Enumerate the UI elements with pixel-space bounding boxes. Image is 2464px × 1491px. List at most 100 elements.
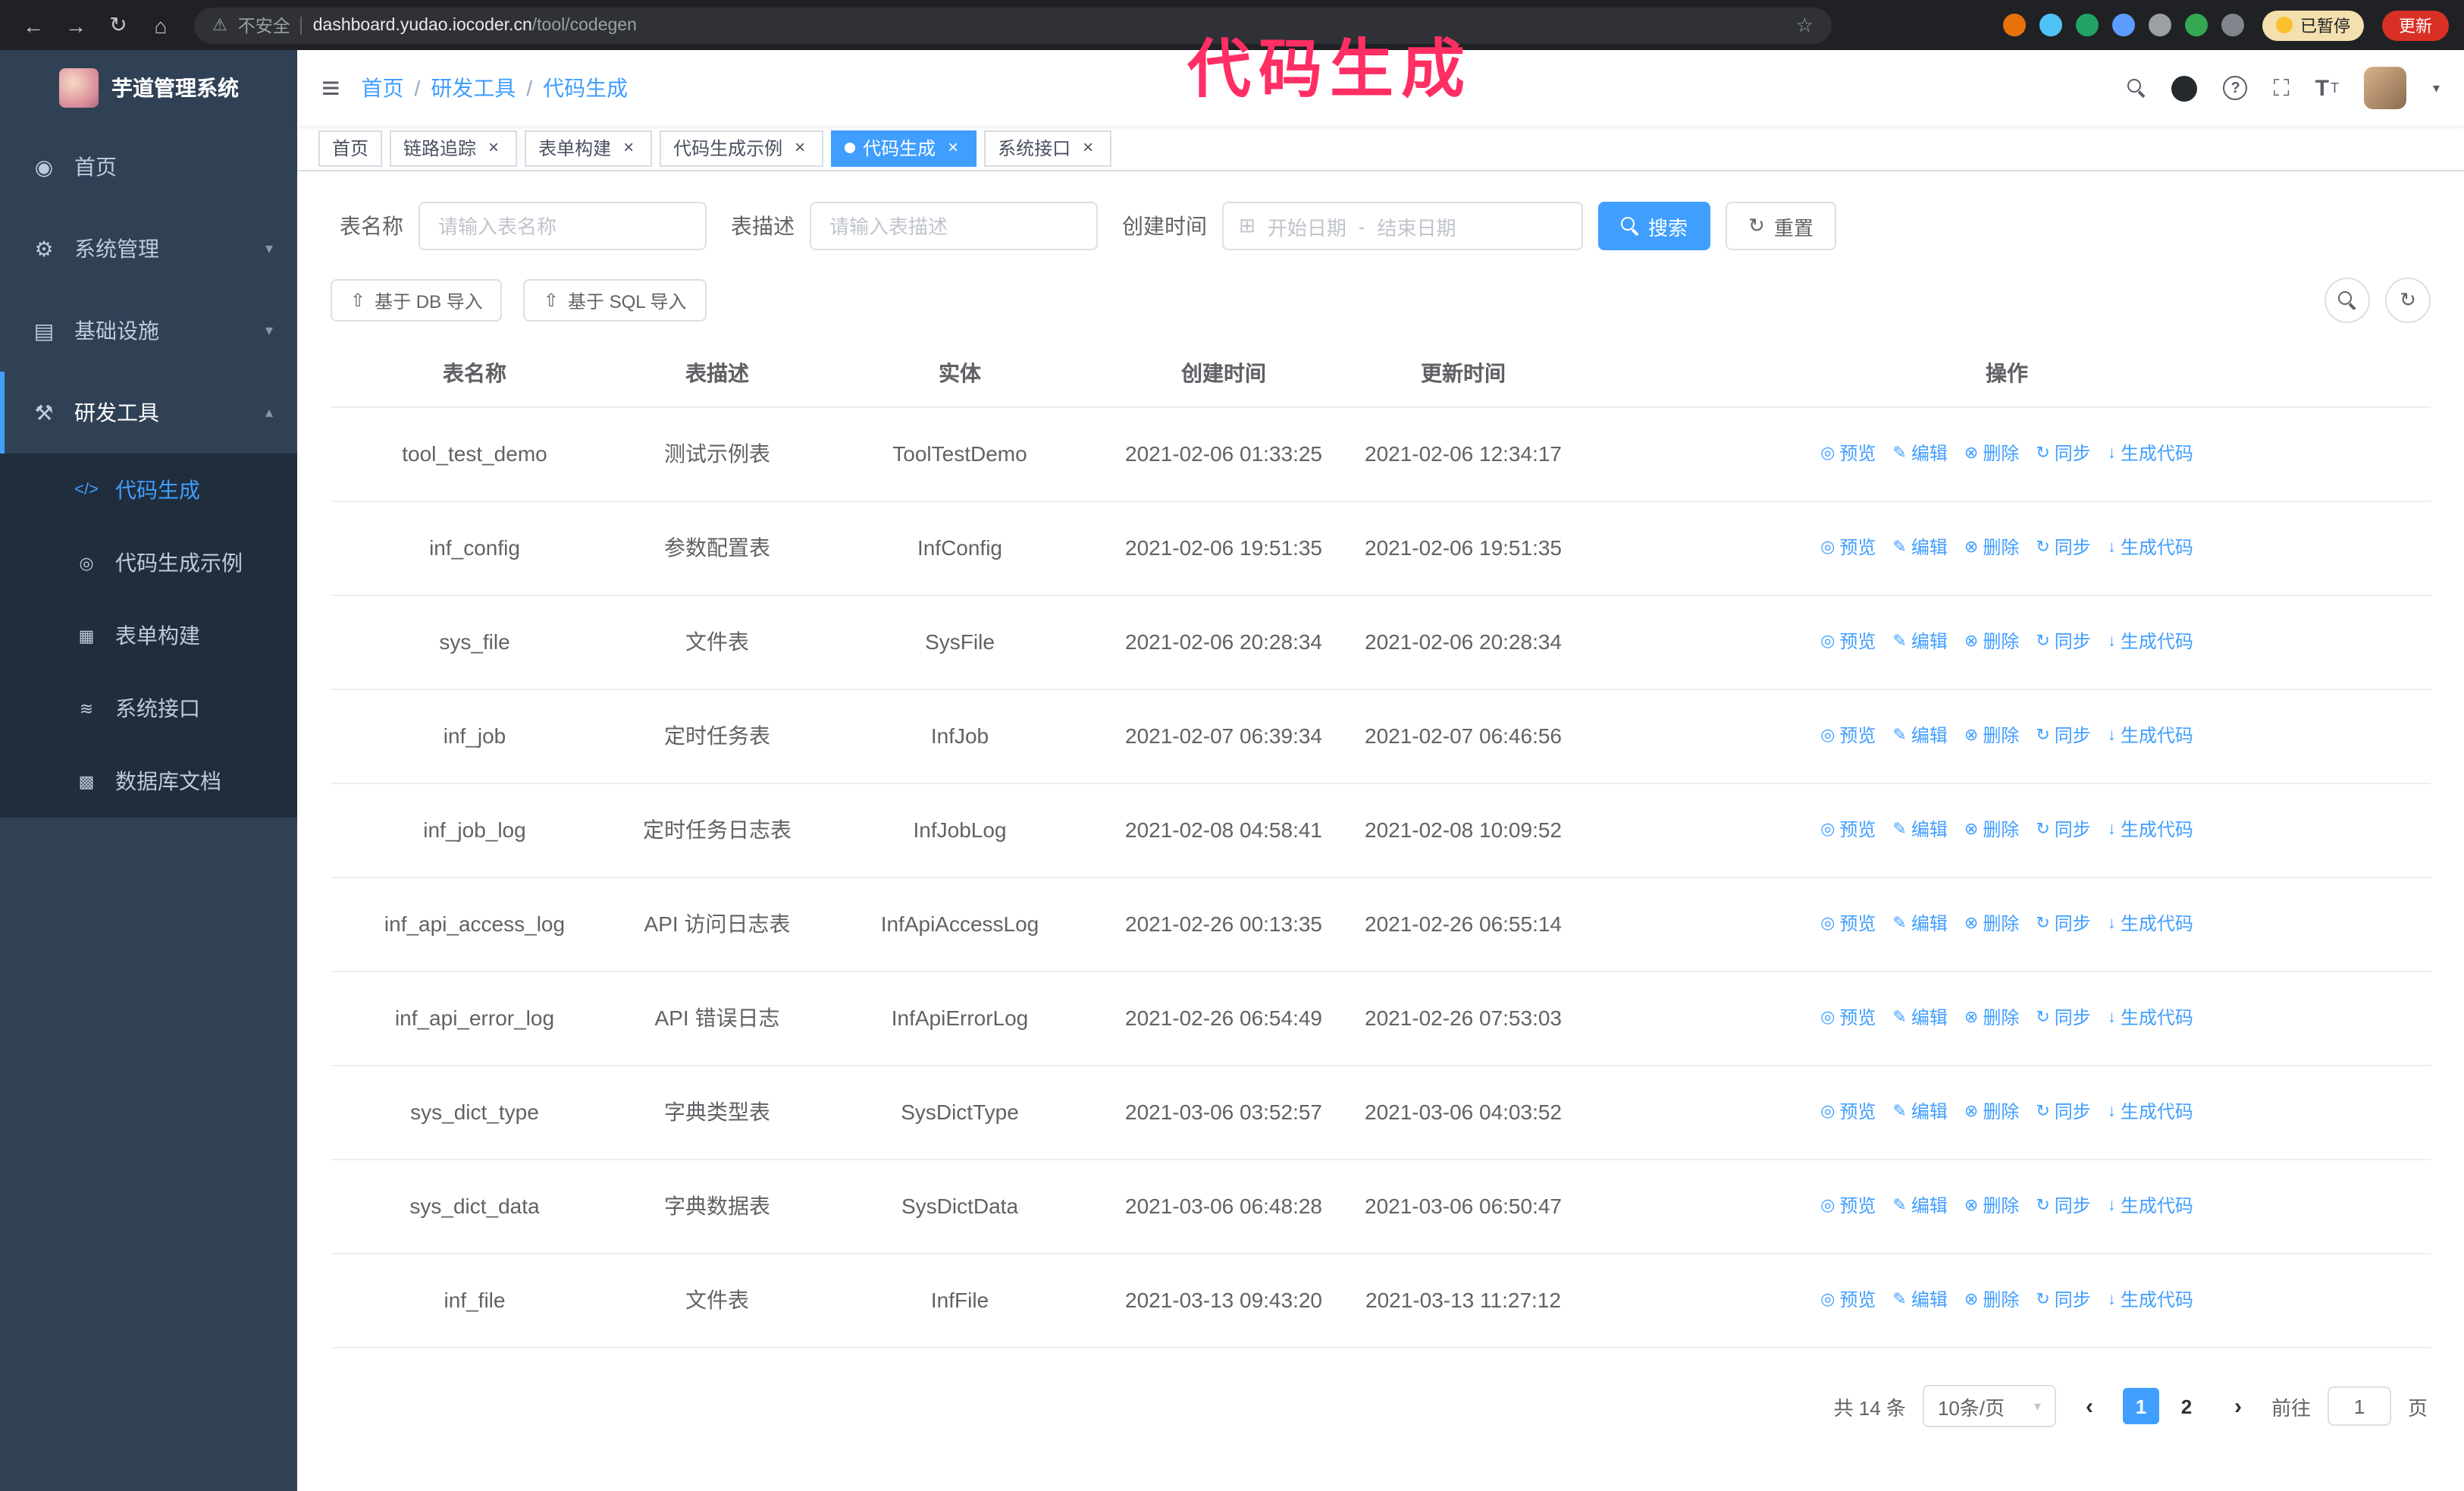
edit-link[interactable]: ✎ 编辑 xyxy=(1892,1003,1947,1034)
edit-link[interactable]: ✎ 编辑 xyxy=(1892,1285,1947,1317)
preview-link[interactable]: ◎ 预览 xyxy=(1820,815,1876,846)
view-tab[interactable]: 代码生成示例 × xyxy=(660,130,824,166)
edit-link[interactable]: ✎ 编辑 xyxy=(1892,532,1947,564)
delete-link[interactable]: ⊗ 删除 xyxy=(1964,1003,2019,1034)
close-tab-icon[interactable]: × xyxy=(619,138,638,158)
refresh-table-button[interactable]: ↻ xyxy=(2385,278,2431,323)
extension-icon[interactable] xyxy=(2076,14,2099,36)
page-number-button[interactable]: 1 xyxy=(2122,1388,2159,1424)
toggle-search-button[interactable] xyxy=(2324,278,2370,323)
edit-link[interactable]: ✎ 编辑 xyxy=(1892,720,1947,752)
help-icon[interactable]: ? xyxy=(2223,76,2248,100)
sync-link[interactable]: ↻ 同步 xyxy=(2036,438,2090,470)
sync-link[interactable]: ↻ 同步 xyxy=(2036,1003,2090,1034)
table-row[interactable]: tool_test_demo 测试示例表 ToolTestDemo 2021-0… xyxy=(331,408,2431,502)
edit-link[interactable]: ✎ 编辑 xyxy=(1892,626,1947,658)
view-tab[interactable]: 链路追踪 × xyxy=(390,130,518,166)
security-label[interactable]: 不安全 xyxy=(238,13,290,37)
table-row[interactable]: inf_job 定时任务表 InfJob 2021-02-07 06:39:34… xyxy=(331,690,2431,784)
preview-link[interactable]: ◎ 预览 xyxy=(1820,438,1876,470)
close-tab-icon[interactable]: × xyxy=(943,138,963,158)
forward-icon[interactable]: → xyxy=(58,7,94,43)
generate-code-link[interactable]: ↓ 生成代码 xyxy=(2108,815,2193,846)
generate-code-link[interactable]: ↓ 生成代码 xyxy=(2108,909,2193,940)
caret-down-icon[interactable]: ▾ xyxy=(2433,80,2440,96)
hamburger-icon[interactable]: ≡ xyxy=(321,72,340,104)
sync-link[interactable]: ↻ 同步 xyxy=(2036,1097,2090,1128)
date-range-picker[interactable]: ⊞ 开始日期 - 结束日期 xyxy=(1222,202,1583,250)
delete-link[interactable]: ⊗ 删除 xyxy=(1964,1097,2019,1128)
address-bar[interactable]: ⚠ 不安全 dashboard.yudao.iocoder.cn/tool/co… xyxy=(194,7,1832,43)
sync-link[interactable]: ↻ 同步 xyxy=(2036,532,2090,564)
delete-link[interactable]: ⊗ 删除 xyxy=(1964,815,2019,846)
close-tab-icon[interactable]: × xyxy=(484,138,503,158)
table-row[interactable]: inf_config 参数配置表 InfConfig 2021-02-06 19… xyxy=(331,502,2431,596)
view-tab[interactable]: 代码生成 × xyxy=(831,130,977,166)
search-button[interactable]: 搜索 xyxy=(1598,202,1711,250)
close-tab-icon[interactable]: × xyxy=(1078,138,1098,158)
back-icon[interactable]: ← xyxy=(15,7,52,43)
table-row[interactable]: inf_api_access_log API 访问日志表 InfApiAcces… xyxy=(331,878,2431,972)
edit-link[interactable]: ✎ 编辑 xyxy=(1892,1097,1947,1128)
preview-link[interactable]: ◎ 预览 xyxy=(1820,1003,1876,1034)
generate-code-link[interactable]: ↓ 生成代码 xyxy=(2108,532,2193,564)
reload-icon[interactable]: ↻ xyxy=(100,7,136,43)
extension-icon[interactable] xyxy=(2039,14,2062,36)
delete-link[interactable]: ⊗ 删除 xyxy=(1964,626,2019,658)
preview-link[interactable]: ◎ 预览 xyxy=(1820,1191,1876,1223)
preview-link[interactable]: ◎ 预览 xyxy=(1820,1285,1876,1317)
view-tab[interactable]: 表单构建 × xyxy=(525,130,653,166)
generate-code-link[interactable]: ↓ 生成代码 xyxy=(2108,1285,2193,1317)
prev-page-button[interactable]: ‹ xyxy=(2073,1393,2106,1419)
import-db-button[interactable]: ⇧ 基于 DB 导入 xyxy=(331,279,503,322)
page-number-button[interactable]: 2 xyxy=(2168,1388,2205,1424)
table-row[interactable]: sys_dict_data 字典数据表 SysDictData 2021-03-… xyxy=(331,1160,2431,1254)
goto-page-input[interactable] xyxy=(2327,1386,2391,1426)
extension-icon[interactable] xyxy=(2185,14,2208,36)
preview-link[interactable]: ◎ 预览 xyxy=(1820,626,1876,658)
generate-code-link[interactable]: ↓ 生成代码 xyxy=(2108,1003,2193,1034)
delete-link[interactable]: ⊗ 删除 xyxy=(1964,909,2019,940)
delete-link[interactable]: ⊗ 删除 xyxy=(1964,532,2019,564)
sync-link[interactable]: ↻ 同步 xyxy=(2036,1191,2090,1223)
table-row[interactable]: inf_api_error_log API 错误日志 InfApiErrorLo… xyxy=(331,972,2431,1066)
submenu-item[interactable]: ▩ 数据库文档 xyxy=(0,745,297,818)
table-desc-input[interactable] xyxy=(826,213,1081,239)
preview-link[interactable]: ◎ 预览 xyxy=(1820,532,1876,564)
page-size-select[interactable]: 10条/页 ▾ xyxy=(1922,1385,2056,1427)
github-icon[interactable] xyxy=(2171,75,2198,101)
sync-link[interactable]: ↻ 同步 xyxy=(2036,626,2090,658)
menu-item[interactable]: ⚒ 研发工具 ▴ xyxy=(0,372,297,454)
generate-code-link[interactable]: ↓ 生成代码 xyxy=(2108,720,2193,752)
sync-link[interactable]: ↻ 同步 xyxy=(2036,909,2090,940)
delete-link[interactable]: ⊗ 删除 xyxy=(1964,438,2019,470)
paused-badge[interactable]: 已暂停 xyxy=(2262,10,2364,40)
breadcrumb-link[interactable]: 代码生成 xyxy=(543,73,628,103)
search-icon[interactable] xyxy=(2127,79,2146,97)
generate-code-link[interactable]: ↓ 生成代码 xyxy=(2108,626,2193,658)
menu-item[interactable]: ⚙ 系统管理 ▾ xyxy=(0,208,297,290)
next-page-button[interactable]: › xyxy=(2221,1393,2255,1419)
edit-link[interactable]: ✎ 编辑 xyxy=(1892,909,1947,940)
delete-link[interactable]: ⊗ 删除 xyxy=(1964,1285,2019,1317)
sync-link[interactable]: ↻ 同步 xyxy=(2036,1285,2090,1317)
sync-link[interactable]: ↻ 同步 xyxy=(2036,815,2090,846)
home-icon[interactable]: ⌂ xyxy=(143,7,179,43)
breadcrumb-link[interactable]: 研发工具 xyxy=(431,73,516,103)
table-row[interactable]: sys_dict_type 字典类型表 SysDictType 2021-03-… xyxy=(331,1066,2431,1160)
close-tab-icon[interactable]: × xyxy=(790,138,810,158)
extension-icon[interactable] xyxy=(2221,14,2244,36)
view-tab[interactable]: 系统接口 × xyxy=(984,130,1112,166)
update-button[interactable]: 更新 xyxy=(2382,10,2449,40)
edit-link[interactable]: ✎ 编辑 xyxy=(1892,438,1947,470)
breadcrumb-link[interactable]: 首页 xyxy=(362,73,404,103)
fullscreen-icon[interactable]: ⛶ xyxy=(2274,75,2290,101)
submenu-item[interactable]: ▦ 表单构建 xyxy=(0,599,297,672)
preview-link[interactable]: ◎ 预览 xyxy=(1820,720,1876,752)
edit-link[interactable]: ✎ 编辑 xyxy=(1892,1191,1947,1223)
bookmark-star-icon[interactable]: ☆ xyxy=(1796,13,1814,37)
edit-link[interactable]: ✎ 编辑 xyxy=(1892,815,1947,846)
submenu-item[interactable]: ≋ 系统接口 xyxy=(0,672,297,745)
delete-link[interactable]: ⊗ 删除 xyxy=(1964,1191,2019,1223)
table-row[interactable]: inf_job_log 定时任务日志表 InfJobLog 2021-02-08… xyxy=(331,784,2431,878)
